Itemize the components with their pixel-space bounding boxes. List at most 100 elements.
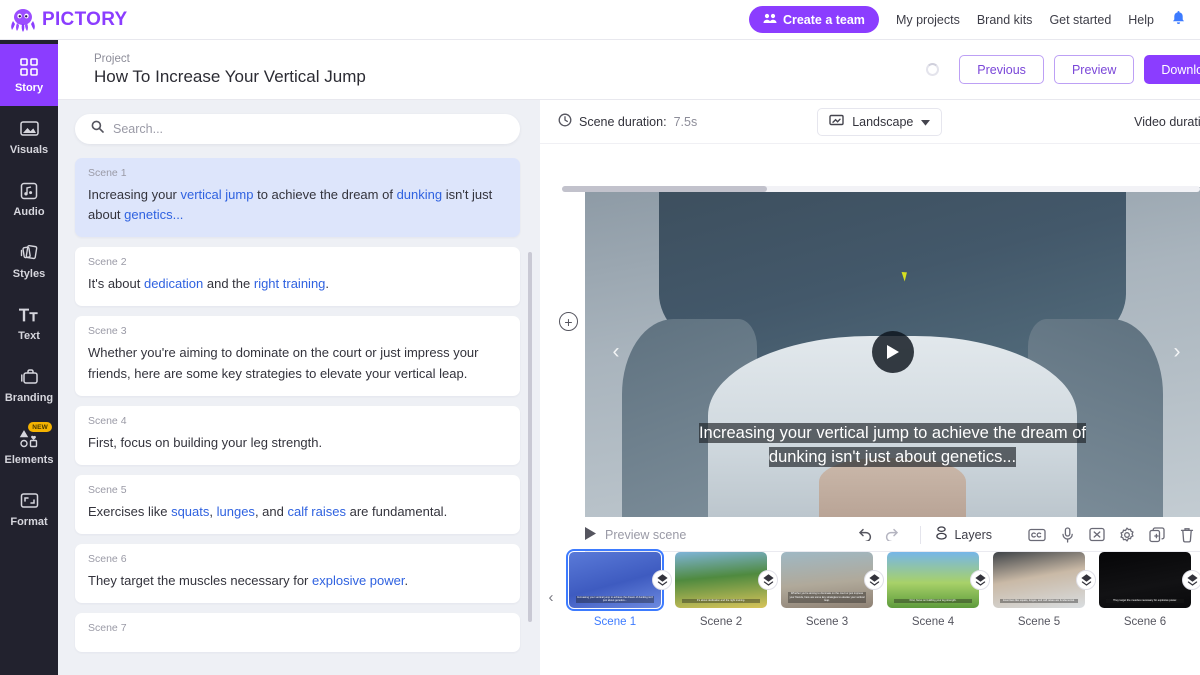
nav-get-started[interactable]: Get started (1049, 13, 1111, 27)
caption-keyword: vertical jump (816, 423, 909, 444)
scene-keyword[interactable]: vertical jump (181, 187, 254, 202)
scene-thumbnail-image[interactable]: Exercises like squats, lunges, and calf … (993, 552, 1085, 608)
download-button[interactable]: Download (1144, 55, 1200, 84)
thumbnails-scrollbar-track[interactable] (562, 186, 1200, 192)
nav-help[interactable]: Help (1128, 13, 1154, 27)
scene-duration-label: Scene duration: (579, 114, 667, 129)
scene-keyword[interactable]: calf raises (287, 504, 346, 519)
scene-keyword[interactable]: squats (171, 504, 209, 519)
search-bar[interactable] (75, 114, 520, 144)
search-input[interactable] (113, 122, 504, 136)
thumbnails-scrollbar-thumb[interactable] (562, 186, 767, 192)
transition-diamond-icon[interactable] (652, 570, 672, 590)
scene-thumbnail[interactable]: They target the muscles necessary for ex… (1092, 552, 1200, 628)
scene-list[interactable]: Scene 1 Increasing your vertical jump to … (58, 158, 540, 670)
duplicate-icon[interactable] (1144, 523, 1170, 547)
sidebar-item-styles[interactable]: Styles (0, 230, 58, 292)
scene-toolbar: Preview scene Layers (585, 518, 1200, 552)
chevron-down-icon (921, 115, 931, 129)
scene-card[interactable]: Scene 4 First, focus on building your leg… (75, 405, 520, 465)
scene-keyword[interactable]: lunges (217, 504, 255, 519)
transition-diamond-icon[interactable] (970, 570, 990, 590)
scene-thumbnail[interactable]: Exercises like squats, lunges, and calf … (986, 552, 1096, 628)
video-play-button[interactable] (871, 331, 914, 373)
scene-keyword[interactable]: dedication (144, 276, 203, 291)
scene-duration: Scene duration: 7.5s (558, 113, 697, 130)
sidebar-item-audio[interactable]: Audio (0, 168, 58, 230)
trash-delete-icon[interactable] (1174, 523, 1200, 547)
previous-button[interactable]: Previous (959, 55, 1044, 84)
preview-scene-label[interactable]: Preview scene (605, 528, 686, 542)
layers-icon (935, 526, 948, 543)
remove-background-icon[interactable] (1084, 523, 1110, 547)
undo-arrow-icon[interactable] (850, 523, 878, 547)
top-navigation: Create a team My projects Brand kits Get… (748, 6, 1200, 33)
scene-card[interactable]: Scene 7 (75, 613, 520, 653)
play-icon (887, 345, 899, 359)
sidebar-item-text[interactable]: Text (0, 292, 58, 354)
scene-text-run: , (209, 503, 217, 519)
scene-thumbnail[interactable]: Whether you're aiming to dominate on the… (774, 552, 884, 628)
scene-card[interactable]: Scene 1 Increasing your vertical jump to … (75, 158, 520, 238)
scene-card[interactable]: Scene 3 Whether you're aiming to dominate… (75, 316, 520, 396)
transition-diamond-icon[interactable] (864, 570, 884, 590)
sidebar-item-format[interactable]: Format (0, 478, 58, 540)
prev-scene-arrow[interactable]: ‹ (603, 339, 629, 365)
scene-thumbnail-image[interactable]: Increasing your vertical jump to achieve… (566, 549, 664, 611)
scene-keyword[interactable]: explosive power (312, 573, 405, 588)
scene-thumbnail[interactable]: First, focus on building your leg streng… (880, 552, 990, 628)
play-triangle-icon[interactable] (585, 526, 596, 543)
music-note-icon (19, 181, 39, 201)
create-team-button[interactable]: Create a team (748, 6, 879, 33)
loading-spinner-icon (926, 63, 940, 76)
clock-icon (558, 113, 572, 130)
caption-run: isn't just about (826, 446, 941, 467)
editor-toolbar-top: Scene duration: 7.5s Landscape Video dur… (540, 100, 1200, 144)
nav-brand-kits[interactable]: Brand kits (977, 13, 1033, 27)
scene-text-run: First, focus on building your leg streng… (88, 434, 323, 450)
sidebar-item-branding[interactable]: Branding (0, 354, 58, 416)
settings-gear-icon[interactable] (1114, 523, 1140, 547)
scene-thumbnail[interactable]: It's about dedication and the right trai… (668, 552, 778, 628)
scene-card[interactable]: Scene 2 It's about dedication and the rig… (75, 247, 520, 307)
scene-card[interactable]: Scene 6 They target the muscles necessary… (75, 543, 520, 604)
create-team-label: Create a team (782, 12, 865, 27)
next-scene-arrow[interactable]: › (1164, 339, 1190, 365)
transition-diamond-icon[interactable] (1076, 570, 1096, 590)
aspect-ratio-select[interactable]: Landscape (817, 107, 943, 136)
sidebar-label-elements: Elements (4, 453, 54, 466)
nav-my-projects[interactable]: My projects (896, 13, 960, 27)
scene-list-panel: Scene 1 Increasing your vertical jump to … (58, 100, 540, 675)
scene-number: Scene 5 (88, 483, 127, 496)
preview-button[interactable]: Preview (1053, 55, 1135, 84)
scene-thumbnail-image[interactable]: First, focus on building your leg streng… (887, 552, 979, 608)
thumbnails-prev-button[interactable]: ‹ (540, 552, 562, 642)
layers-button[interactable]: Layers (935, 526, 992, 543)
sidebar-item-story[interactable]: Story (0, 44, 58, 106)
scene-thumbnail-image[interactable]: It's about dedication and the right trai… (675, 552, 767, 608)
sidebar-item-elements[interactable]: NEW Elements (0, 416, 58, 478)
video-preview[interactable]: ‹ › Increasing your vertical jump to ach… (585, 187, 1200, 517)
sidebar-item-visuals[interactable]: Visuals (0, 106, 58, 168)
scene-list-scrollbar[interactable] (528, 252, 532, 622)
scene-card[interactable]: Scene 5 Exercises like squats, lunges, an… (75, 474, 520, 534)
scene-text-run: are fundamental. (346, 503, 448, 519)
transition-diamond-icon[interactable] (758, 570, 778, 590)
scene-thumbnail[interactable]: Increasing your vertical jump to achieve… (562, 549, 672, 628)
scene-thumbnail-image[interactable]: They target the muscles necessary for ex… (1099, 552, 1191, 608)
scene-thumbnail-image[interactable]: Whether you're aiming to dominate on the… (781, 552, 873, 608)
scene-number: Scene 6 (88, 552, 127, 565)
scene-keyword[interactable]: dunking (397, 187, 443, 202)
redo-arrow-icon[interactable] (878, 523, 906, 547)
scene-keyword[interactable]: genetics... (124, 207, 183, 222)
closed-caption-icon[interactable] (1024, 523, 1050, 547)
brand-logo[interactable]: PICTORY (0, 7, 128, 33)
scene-text-run: Exercises like (88, 503, 172, 519)
notification-bell-icon[interactable] (1171, 10, 1186, 30)
scene-keyword[interactable]: right training (254, 276, 326, 291)
transition-diamond-icon[interactable] (1182, 570, 1200, 590)
microphone-icon[interactable] (1054, 523, 1080, 547)
add-scene-button[interactable]: + (559, 312, 578, 331)
caption-line-1: Increasing your vertical jump to achieve… (585, 422, 1200, 445)
scene-text-run: It's about (88, 276, 144, 292)
